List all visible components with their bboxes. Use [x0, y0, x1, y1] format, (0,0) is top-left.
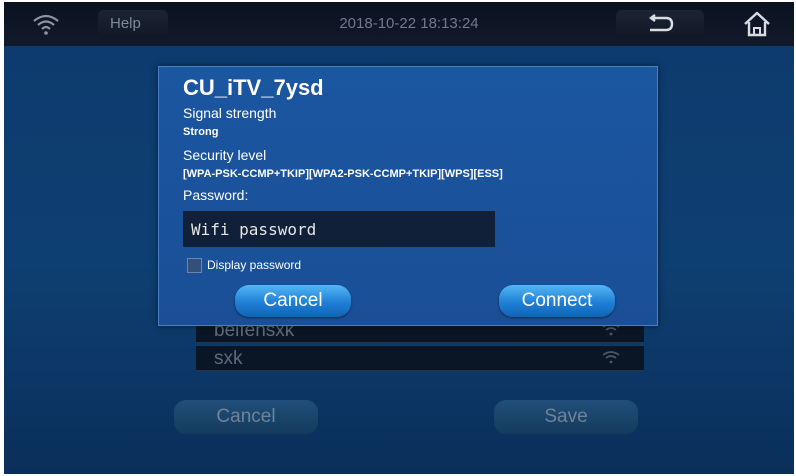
- wifi-network-item[interactable]: sxk: [196, 346, 644, 371]
- security-level-label: Security level: [183, 147, 267, 163]
- back-button[interactable]: [616, 10, 704, 38]
- cancel-button[interactable]: Cancel: [235, 285, 351, 317]
- wifi-connect-dialog: CU_iTV_7ysd Signal strength Strong Secur…: [158, 66, 658, 326]
- background-save-button[interactable]: Save: [494, 400, 638, 434]
- network-name: sxk: [214, 348, 243, 369]
- wifi-icon: [33, 14, 59, 35]
- device-screen: Help 2018-10-22 18:13:24 beifensxk sxk C…: [4, 2, 794, 474]
- back-arrow-icon: [649, 14, 674, 32]
- signal-strength-value: Strong: [183, 126, 219, 138]
- help-button[interactable]: Help: [98, 10, 168, 38]
- password-input[interactable]: [183, 211, 495, 247]
- display-password-label: Display password: [207, 258, 302, 272]
- wifi-signal-icon: [602, 351, 620, 364]
- network-ssid: CU_iTV_7ysd: [183, 75, 324, 100]
- top-bar: Help 2018-10-22 18:13:24: [4, 2, 794, 46]
- wifi-network-list: beifensxk sxk: [196, 318, 644, 374]
- signal-strength-label: Signal strength: [183, 105, 277, 121]
- background-cancel-button[interactable]: Cancel: [174, 400, 318, 434]
- security-level-value: [WPA-PSK-CCMP+TKIP][WPA2-PSK-CCMP+TKIP][…: [183, 168, 503, 180]
- connect-button[interactable]: Connect: [499, 285, 615, 317]
- display-password-checkbox[interactable]: [187, 258, 202, 273]
- password-label: Password:: [183, 187, 249, 203]
- date-time: 2018-10-22 18:13:24: [339, 15, 479, 32]
- home-icon[interactable]: [742, 10, 772, 38]
